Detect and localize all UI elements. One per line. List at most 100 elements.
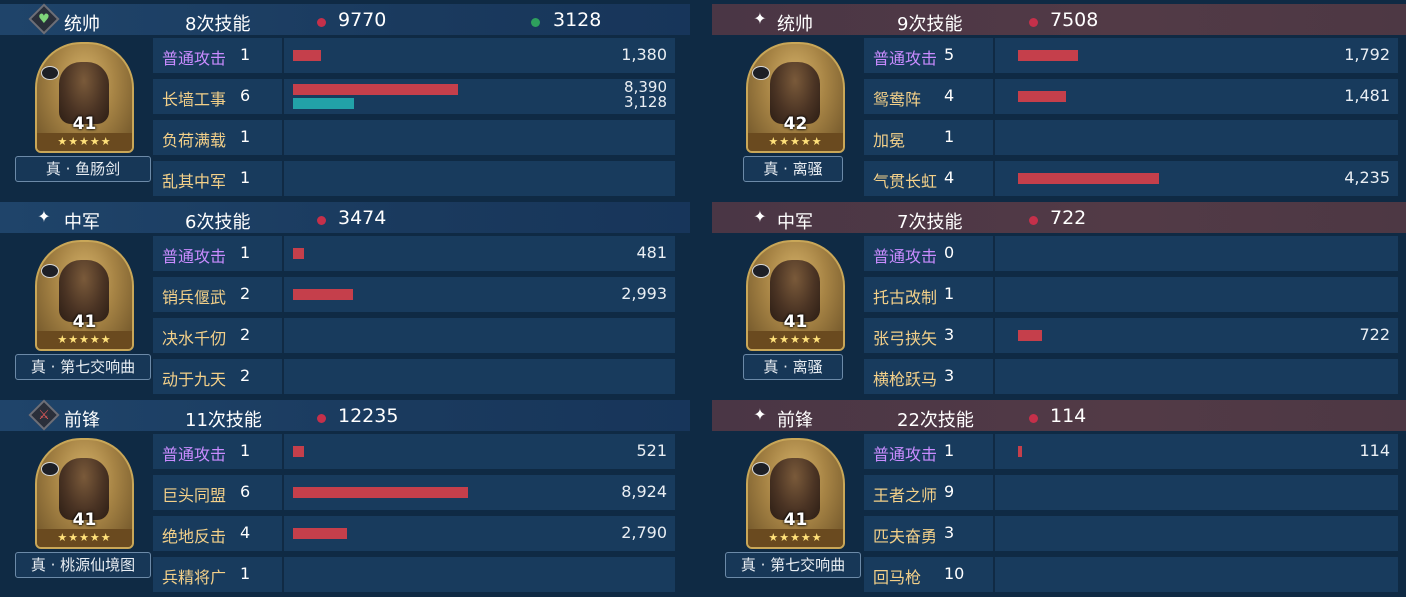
- skill-row[interactable]: 托古改制 1: [864, 277, 1398, 312]
- skill-count: 1: [240, 45, 251, 64]
- section-header: ⚔ 前锋 11次技能 12235: [0, 399, 690, 431]
- row-divider: [282, 38, 284, 73]
- left-team-panel: ♥ 统帅 8次技能 9770 3128 41 ★★★★★ 真 · 鱼肠剑 普通攻击 1 1,380 长…: [0, 0, 690, 597]
- heal-dot-icon: [531, 18, 540, 27]
- sparkle-icon: ✦: [748, 7, 772, 31]
- skill-row[interactable]: 销兵偃武 2 2,993: [153, 277, 675, 312]
- damage-total: 3474: [338, 207, 387, 229]
- row-divider: [282, 434, 284, 469]
- skill-row[interactable]: 巨头同盟 6 8,924: [153, 475, 675, 510]
- skill-damage-value: 2,993: [621, 284, 667, 303]
- skill-row[interactable]: 兵精将广 1: [153, 557, 675, 592]
- skill-name: 王者之师: [873, 486, 938, 505]
- skill-row[interactable]: 横枪跃马 3: [864, 359, 1398, 394]
- row-divider: [993, 236, 995, 271]
- star-rating: ★★★★★: [37, 529, 132, 547]
- section-header: ✦ 中军 7次技能 722: [712, 202, 1406, 233]
- skills-cast-count: 7次技能: [897, 212, 963, 233]
- skill-name: 普通攻击: [162, 247, 227, 266]
- skill-row[interactable]: 普通攻击 1 481: [153, 236, 675, 271]
- treasure-nameplate[interactable]: 真 · 第七交响曲: [725, 552, 861, 578]
- skill-name: 回马枪: [873, 568, 922, 587]
- skill-count: 6: [240, 482, 251, 501]
- treasure-nameplate[interactable]: 真 · 离骚: [743, 156, 843, 182]
- skill-count: 4: [944, 168, 955, 187]
- icon-glyph: ⚔: [38, 407, 50, 423]
- hero-portrait[interactable]: 41 ★★★★★: [35, 42, 134, 153]
- skills-cast-count: 8次技能: [185, 14, 251, 35]
- heal-total: 3128: [553, 9, 602, 31]
- skill-row[interactable]: 鸳鸯阵 4 1,481: [864, 79, 1398, 114]
- skill-name: 普通攻击: [162, 49, 227, 68]
- damage-dot-icon: [317, 216, 326, 225]
- right-section-2: ✦ 中军 7次技能 722 41 ★★★★★ 真 · 离骚 普通攻击 0 托古改制 1 张弓挟矢 3 72…: [712, 198, 1406, 396]
- treasure-nameplate[interactable]: 真 · 离骚: [743, 354, 843, 380]
- sword-diamond-icon: ⚔: [28, 399, 60, 431]
- skill-count: 1: [240, 127, 251, 146]
- skill-row[interactable]: 决水千仞 2: [153, 318, 675, 353]
- skill-count: 1: [944, 284, 955, 303]
- skill-name: 兵精将广: [162, 568, 227, 587]
- skill-name: 托古改制: [873, 288, 938, 307]
- star-rating: ★★★★★: [748, 331, 843, 349]
- skill-row[interactable]: 普通攻击 1 1,380: [153, 38, 675, 73]
- hero-portrait[interactable]: 41 ★★★★★: [746, 438, 845, 549]
- role-label: 前锋: [64, 410, 100, 431]
- damage-bar: [1018, 330, 1042, 341]
- icon-glyph: ♥: [38, 11, 50, 27]
- skill-row[interactable]: 匹夫奋勇 3: [864, 516, 1398, 551]
- skill-count: 2: [240, 366, 251, 385]
- hero-portrait[interactable]: 41 ★★★★★: [35, 438, 134, 549]
- skill-name: 气贯长虹: [873, 172, 938, 191]
- skill-row[interactable]: 动于九天 2: [153, 359, 675, 394]
- skill-heal-value: 3,128: [624, 93, 667, 111]
- skill-row[interactable]: 普通攻击 1 114: [864, 434, 1398, 469]
- row-divider: [282, 236, 284, 271]
- skill-count: 1: [240, 243, 251, 262]
- damage-bar: [293, 487, 468, 498]
- role-label: 统帅: [64, 14, 100, 35]
- skill-row[interactable]: 长墙工事 6 8,390 3,128: [153, 78, 675, 114]
- skill-name: 销兵偃武: [162, 288, 227, 307]
- star-rating: ★★★★★: [37, 331, 132, 349]
- skill-row[interactable]: 回马枪 10: [864, 557, 1398, 592]
- section-header: ✦ 中军 6次技能 3474: [0, 202, 690, 233]
- row-divider: [993, 318, 995, 353]
- hero-level: 41: [783, 510, 808, 530]
- row-divider: [993, 434, 995, 469]
- row-divider: [993, 38, 995, 73]
- damage-bar: [293, 84, 458, 95]
- skill-name: 负荷满载: [162, 131, 227, 150]
- star-rating: ★★★★★: [748, 529, 843, 547]
- damage-total: 7508: [1050, 9, 1099, 31]
- hero-portrait[interactable]: 41 ★★★★★: [746, 240, 845, 351]
- hero-portrait[interactable]: 42 ★★★★★: [746, 42, 845, 153]
- damage-total: 114: [1050, 405, 1087, 427]
- skill-row[interactable]: 普通攻击 5 1,792: [864, 38, 1398, 73]
- damage-total: 12235: [338, 405, 399, 427]
- hero-portrait[interactable]: 41 ★★★★★: [35, 240, 134, 351]
- skill-row[interactable]: 绝地反击 4 2,790: [153, 516, 675, 551]
- skill-name: 普通攻击: [162, 445, 227, 464]
- skill-name: 决水千仞: [162, 329, 227, 348]
- skill-damage-value: 1,380: [621, 45, 667, 64]
- skill-row[interactable]: 普通攻击 1 521: [153, 434, 675, 469]
- skill-row[interactable]: 普通攻击 0: [864, 236, 1398, 271]
- skill-row[interactable]: 加冕 1: [864, 120, 1398, 155]
- damage-dot-icon: [1029, 18, 1038, 27]
- treasure-nameplate[interactable]: 真 · 鱼肠剑: [15, 156, 151, 182]
- skill-row[interactable]: 负荷满载 1: [153, 120, 675, 155]
- role-label: 中军: [64, 212, 100, 233]
- treasure-nameplate[interactable]: 真 · 第七交响曲: [15, 354, 151, 380]
- skill-count: 6: [240, 86, 251, 105]
- skill-count: 4: [944, 86, 955, 105]
- treasure-nameplate[interactable]: 真 · 桃源仙境图: [15, 552, 151, 578]
- skill-row[interactable]: 王者之师 9: [864, 475, 1398, 510]
- skill-name: 普通攻击: [873, 49, 938, 68]
- skill-row[interactable]: 张弓挟矢 3 722: [864, 318, 1398, 353]
- left-section-3: ⚔ 前锋 11次技能 12235 41 ★★★★★ 真 · 桃源仙境图 普通攻击 1 521 巨头同…: [0, 396, 690, 594]
- skill-row[interactable]: 气贯长虹 4 4,235: [864, 161, 1398, 196]
- hero-level: 41: [72, 312, 97, 332]
- skill-name: 长墙工事: [162, 90, 227, 109]
- skill-row[interactable]: 乱其中军 1: [153, 161, 675, 196]
